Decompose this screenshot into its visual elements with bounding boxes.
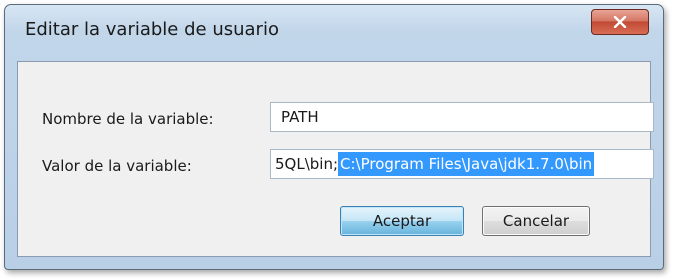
variable-value-text: 5QL\bin;: [275, 155, 339, 173]
close-icon: [613, 16, 627, 28]
edit-variable-dialog: Editar la variable de usuario Nombre de …: [4, 4, 664, 270]
variable-name-input[interactable]: PATH: [270, 102, 654, 132]
variable-value-selection: C:\Program Files\Java\jdk1.7.0\bin: [338, 152, 595, 176]
dialog-title: Editar la variable de usuario: [25, 19, 279, 40]
title-bar[interactable]: Editar la variable de usuario: [5, 5, 663, 57]
dialog-body: Nombre de la variable: PATH Valor de la …: [17, 61, 654, 257]
variable-value-label: Valor de la variable:: [42, 157, 192, 175]
variable-name-label: Nombre de la variable:: [42, 110, 214, 128]
accept-button[interactable]: Aceptar: [340, 206, 464, 236]
close-button[interactable]: [591, 9, 649, 35]
cancel-button[interactable]: Cancelar: [482, 206, 590, 236]
variable-name-value: PATH: [281, 108, 319, 126]
variable-value-input[interactable]: 5QL\bin; C:\Program Files\Java\jdk1.7.0\b…: [270, 149, 654, 179]
